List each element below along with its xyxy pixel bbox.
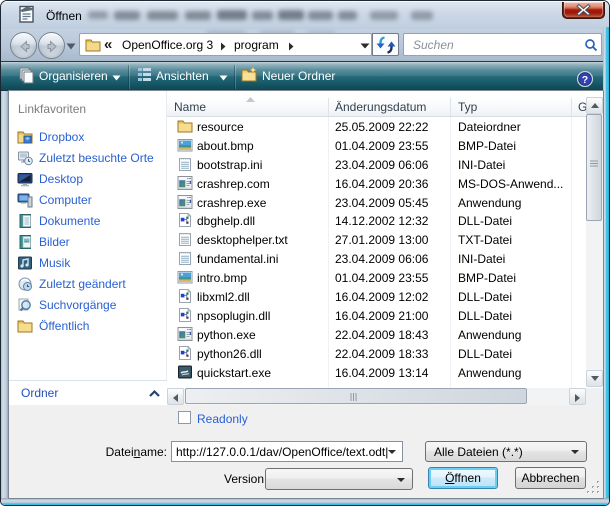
svg-text:?: ? <box>582 74 588 86</box>
